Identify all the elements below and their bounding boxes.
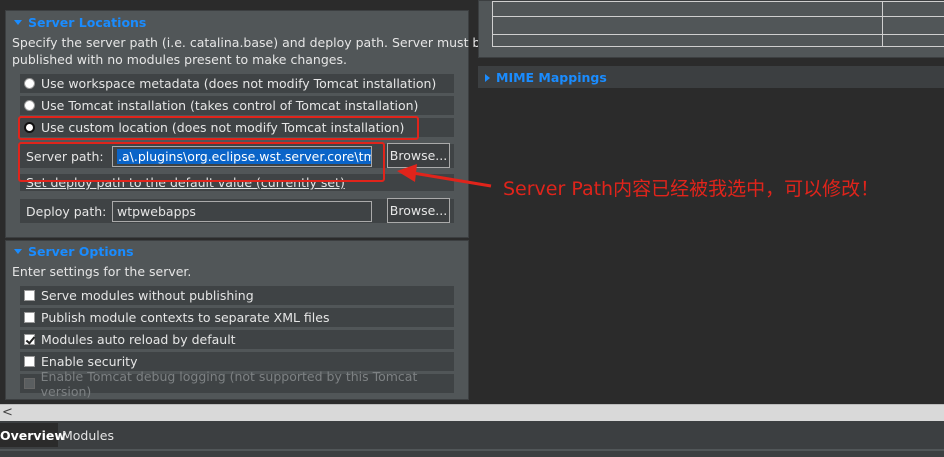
- annotation-box-server-path: [18, 142, 385, 182]
- server-locations-desc-1: Specify the server path (i.e. catalina.b…: [12, 35, 489, 50]
- server-locations-header[interactable]: Server Locations: [14, 15, 146, 30]
- deploy-path-label: Deploy path:: [26, 203, 107, 219]
- checkbox-icon[interactable]: [24, 356, 35, 367]
- radio-label: Use workspace metadata (does not modify …: [41, 76, 437, 91]
- checkbox-icon[interactable]: [24, 312, 35, 323]
- expand-triangle-icon[interactable]: [14, 20, 22, 25]
- tab-modules[interactable]: Modules: [62, 423, 114, 447]
- server-locations-desc-2: published with no modules present to mak…: [12, 52, 347, 67]
- server-locations-title: Server Locations: [28, 15, 147, 30]
- option-serve-without-publishing[interactable]: Serve modules without publishing: [20, 286, 454, 305]
- option-label: Enable Tomcat debug logging (not support…: [40, 368, 418, 399]
- table-grid: [492, 1, 944, 47]
- editor-tab-bar: Overview Modules: [0, 421, 944, 457]
- mime-mappings-header[interactable]: MIME Mappings: [485, 70, 607, 85]
- radio-label: Use Tomcat installation (takes control o…: [41, 98, 419, 113]
- radio-icon[interactable]: [24, 100, 35, 111]
- option-debug-logging: Enable Tomcat debug logging (not support…: [20, 369, 454, 399]
- mime-mappings-title: MIME Mappings: [496, 70, 607, 85]
- checkbox-disabled-icon: [24, 378, 35, 389]
- tab-bar-bottom-line: [0, 449, 944, 451]
- tab-label: Overview: [0, 427, 66, 443]
- table-row-divider: [493, 34, 944, 35]
- tab-label: Modules: [62, 427, 114, 443]
- tab-overview[interactable]: Overview: [0, 423, 66, 447]
- option-label: Serve modules without publishing: [41, 288, 254, 303]
- mime-mappings-section: MIME Mappings: [478, 66, 944, 88]
- option-publish-separate-xml[interactable]: Publish module contexts to separate XML …: [20, 308, 454, 327]
- server-options-section: Server Options Enter settings for the se…: [5, 240, 469, 400]
- server-options-header[interactable]: Server Options: [14, 244, 134, 259]
- right-top-panel: [478, 0, 944, 58]
- collapse-triangle-icon[interactable]: [485, 73, 490, 82]
- checkbox-checked-icon[interactable]: [24, 334, 35, 345]
- annotation-box-custom-location: [18, 116, 419, 140]
- option-auto-reload[interactable]: Modules auto reload by default: [20, 330, 454, 349]
- table-row-divider: [493, 16, 944, 17]
- option-label: Enable security: [41, 354, 138, 369]
- expand-triangle-icon[interactable]: [14, 249, 22, 254]
- deploy-path-input[interactable]: wtpwebapps: [112, 201, 372, 222]
- radio-icon[interactable]: [24, 78, 35, 89]
- annotation-arrow-icon: [397, 164, 492, 188]
- server-options-title: Server Options: [28, 244, 134, 259]
- horizontal-scrollbar[interactable]: <: [0, 404, 944, 421]
- option-label: Publish module contexts to separate XML …: [41, 310, 330, 325]
- annotation-text: Server Path内容已经被我选中，可以修改！: [503, 178, 880, 200]
- checkbox-icon[interactable]: [24, 290, 35, 301]
- scroll-left-icon[interactable]: <: [2, 405, 13, 420]
- table-col-divider: [882, 2, 883, 46]
- radio-tomcat-installation[interactable]: Use Tomcat installation (takes control o…: [20, 96, 454, 115]
- server-options-desc: Enter settings for the server.: [12, 264, 192, 279]
- radio-workspace-metadata[interactable]: Use workspace metadata (does not modify …: [20, 74, 454, 93]
- deploy-path-browse-button[interactable]: Browse...: [387, 198, 450, 223]
- option-label: Modules auto reload by default: [41, 332, 236, 347]
- deploy-path-value: wtpwebapps: [117, 204, 196, 219]
